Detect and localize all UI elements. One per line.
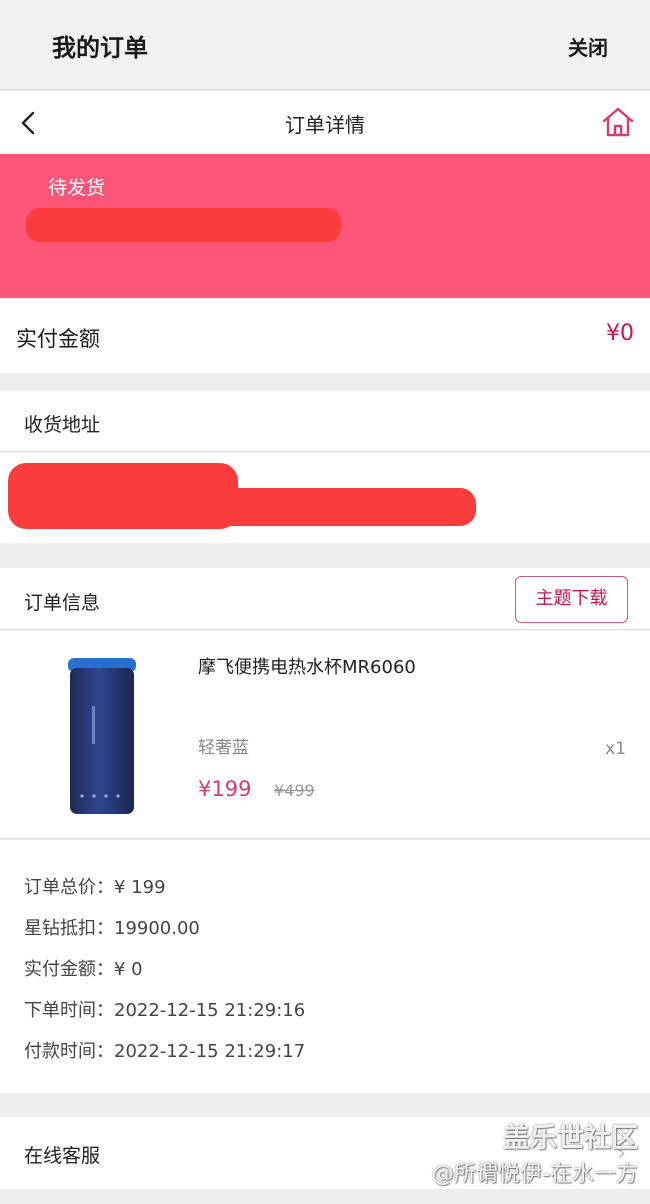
theme-download-button[interactable]: 主题下载 [515,576,628,623]
summary-value: 2022-12-15 21:29:16 [114,1000,306,1021]
summary-row: 星钻抵扣：19900.00 [24,914,200,940]
nav-bar: 订单详情 [0,91,650,154]
summary-key: 实付金额： [24,959,114,980]
summary-value: ¥ 0 [114,959,143,980]
summary-value: ¥ 199 [114,877,166,898]
address-title: 收货地址 [24,414,101,436]
watermark-community: 盖乐世社区 [503,1123,638,1154]
close-button[interactable]: 关闭 [568,32,608,61]
redaction-mark [8,463,238,529]
order-info-title: 订单信息 [24,592,101,614]
summary-value: 2022-12-15 21:29:17 [114,1041,306,1062]
summary-key: 付款时间： [24,1041,114,1062]
paid-amount-row: 实付金额 ¥0 [0,299,650,373]
summary-row: 付款时间：2022-12-15 21:29:17 [24,1037,305,1063]
product-image [68,658,136,814]
app-title: 我的订单 [52,34,148,62]
product-item[interactable]: 摩飞便携电热水杯MR6060 轻奢蓝 x1 ¥199 ¥499 [0,631,650,839]
paid-amount-value: ¥0 [606,321,634,346]
summary-row: 订单总价：¥ 199 [24,873,166,899]
page-title: 订单详情 [285,113,365,137]
online-service-label: 在线客服 [24,1145,101,1167]
watermark-author: @所谓悦伊-在水一方 [432,1162,638,1187]
order-summary: 订单总价：¥ 199 星钻抵扣：19900.00 实付金额：¥ 0 下单时间：2… [0,840,650,1093]
summary-key: 下单时间： [24,1000,114,1021]
redaction-mark [26,208,341,242]
home-icon[interactable] [600,104,636,140]
summary-value: 19900.00 [114,918,200,939]
product-spec: 轻奢蓝 [198,738,249,758]
redaction-mark [210,488,476,526]
order-status: 待发货 [48,177,106,199]
app-header: 我的订单 关闭 [0,0,650,90]
summary-key: 星钻抵扣： [24,918,114,939]
paid-amount-label: 实付金额 [16,327,100,351]
product-quantity: x1 [605,739,626,759]
summary-row: 下单时间：2022-12-15 21:29:16 [24,996,305,1022]
summary-key: 订单总价： [24,877,114,898]
product-original-price: ¥499 [274,781,315,800]
address-header: 收货地址 [0,391,650,452]
summary-row: 实付金额：¥ 0 [24,955,143,981]
product-name: 摩飞便携电热水杯MR6060 [198,657,416,678]
product-price: ¥199 [198,777,252,801]
order-info-header: 订单信息 主题下载 [0,568,650,630]
